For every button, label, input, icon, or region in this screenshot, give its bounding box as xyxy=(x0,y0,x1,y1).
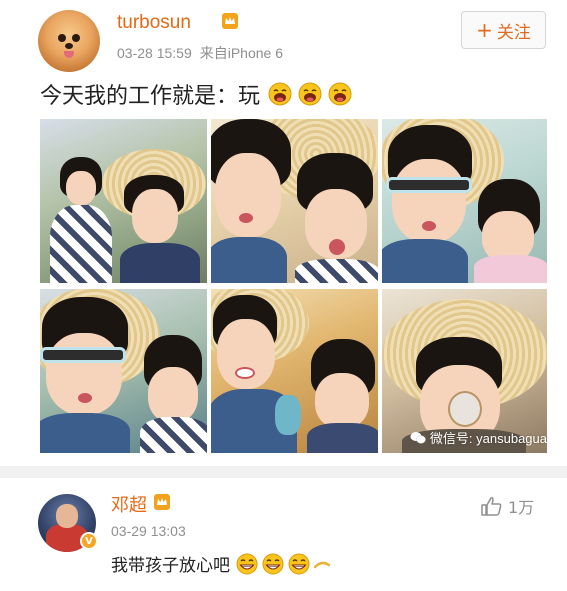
grinning-emoji-icon xyxy=(288,553,310,574)
member-crown-icon xyxy=(222,13,238,29)
thumbs-up-icon xyxy=(481,497,502,516)
post-text-content: 今天我的工作就是：玩 xyxy=(40,84,261,109)
post-time: 03-28 15:59 xyxy=(117,45,192,61)
emoji-group xyxy=(236,553,330,575)
section-divider xyxy=(0,466,567,478)
post-text: 今天我的工作就是：玩 xyxy=(40,78,352,110)
verified-badge-icon: V xyxy=(80,532,98,550)
comment-text: 我带孩子放心吧 xyxy=(111,551,330,576)
wechat-icon xyxy=(410,431,426,444)
grinning-emoji-icon xyxy=(236,553,258,574)
post-source[interactable]: 来自iPhone 6 xyxy=(200,45,283,61)
post-meta: 03-28 15:59 来自iPhone 6 xyxy=(117,43,283,63)
like-count: 1万 xyxy=(508,498,535,517)
hand-wave-icon xyxy=(314,561,330,568)
laughing-emoji-icon xyxy=(328,82,352,106)
comment-text-content: 我带孩子放心吧 xyxy=(111,556,230,576)
follow-button[interactable]: + 关注 xyxy=(461,11,546,49)
grinning-emoji-icon xyxy=(262,553,284,574)
post-photo-3[interactable] xyxy=(382,119,547,283)
member-crown-icon xyxy=(154,494,170,510)
emoji-group xyxy=(268,82,352,106)
post-photo-1[interactable] xyxy=(40,119,207,283)
laughing-emoji-icon xyxy=(298,82,322,106)
post-photo-4[interactable] xyxy=(40,289,207,453)
watermark-area: 微信号: yansubagua xyxy=(382,289,547,453)
comment-item: V 邓超 03-29 13:03 我带孩子放心吧 1万 xyxy=(0,478,567,591)
laughing-emoji-icon xyxy=(268,82,292,106)
weibo-post: turbosun 03-28 15:59 来自iPhone 6 + 关注 今天我的… xyxy=(0,0,567,462)
like-button[interactable]: 1万 xyxy=(480,494,534,518)
user-avatar[interactable] xyxy=(38,10,100,72)
watermark-text: 微信号: yansubagua xyxy=(429,431,547,446)
plus-icon: + xyxy=(476,18,493,42)
wechat-watermark: 微信号: yansubagua xyxy=(410,428,547,447)
commenter-username[interactable]: 邓超 xyxy=(111,491,147,517)
follow-label: 关注 xyxy=(496,22,531,43)
post-photo-2[interactable] xyxy=(211,119,378,283)
comment-time: 03-29 13:03 xyxy=(111,523,186,539)
post-photo-5[interactable] xyxy=(211,289,378,453)
post-username[interactable]: turbosun xyxy=(117,12,191,34)
